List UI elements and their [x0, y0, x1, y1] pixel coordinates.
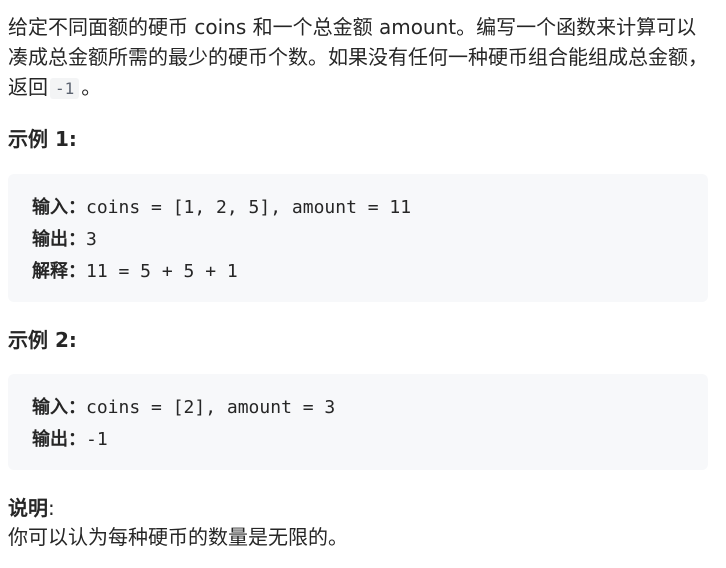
problem-description: 给定不同面额的硬币 coins 和一个总金额 amount。编写一个函数来计算可… — [0, 0, 726, 568]
input-value: coins = [1, 2, 5], amount = 11 — [86, 197, 412, 218]
example-2-output-line: 输出：-1 — [32, 424, 684, 456]
example-2-input-line: 输入：coins = [2], amount = 3 — [32, 392, 684, 424]
explanation-value: 11 = 5 + 5 + 1 — [86, 261, 238, 282]
example-1-input-line: 输入：coins = [1, 2, 5], amount = 11 — [32, 192, 684, 224]
output-value: 3 — [86, 229, 97, 250]
explanation-label: 解释： — [32, 261, 86, 282]
example-1-explanation-line: 解释：11 = 5 + 5 + 1 — [32, 256, 684, 288]
problem-statement: 给定不同面额的硬币 coins 和一个总金额 amount。编写一个函数来计算可… — [8, 12, 708, 104]
output-value: -1 — [86, 429, 108, 450]
note-title: 说明 — [8, 496, 48, 520]
output-label: 输出： — [32, 429, 86, 450]
note-text: 你可以认为每种硬币的数量是无限的。 — [8, 525, 348, 549]
example-1-box: 输入：coins = [1, 2, 5], amount = 11 输出：3 解… — [8, 174, 708, 302]
example-1-heading: 示例 1: — [8, 127, 77, 151]
example-2-heading: 示例 2: — [8, 328, 77, 352]
note-colon: : — [48, 496, 55, 520]
input-value: coins = [2], amount = 3 — [86, 397, 336, 418]
note-heading: 说明: — [8, 495, 55, 521]
input-label: 输入： — [32, 397, 86, 418]
example-1-output-line: 输出：3 — [32, 224, 684, 256]
statement-end: 。 — [81, 75, 102, 99]
input-label: 输入： — [32, 197, 86, 218]
inline-code-minus-one: -1 — [50, 78, 80, 99]
statement-text: 给定不同面额的硬币 coins 和一个总金额 amount。编写一个函数来计算可… — [8, 15, 708, 99]
example-2-box: 输入：coins = [2], amount = 3 输出：-1 — [8, 374, 708, 470]
output-label: 输出： — [32, 229, 86, 250]
